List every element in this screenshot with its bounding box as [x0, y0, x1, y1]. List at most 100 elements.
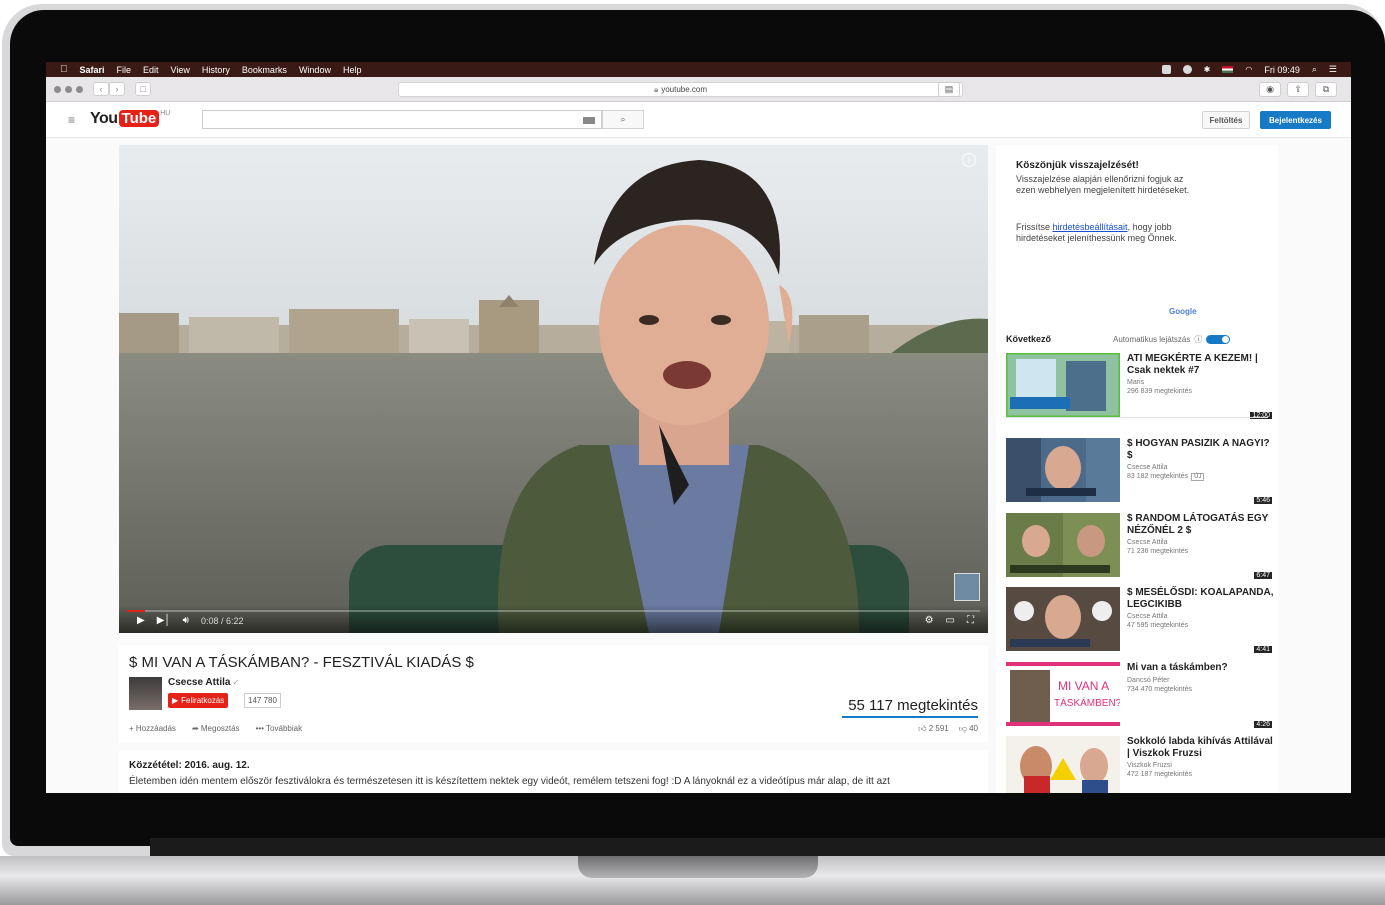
video-progress-bar[interactable] [127, 610, 980, 612]
video-thumbnail [1006, 587, 1120, 651]
notification-center-icon[interactable]: ☰ [1329, 64, 1337, 75]
video-thumbnail [1006, 438, 1120, 502]
keyboard-icon[interactable] [583, 117, 595, 124]
tray-app-icon[interactable] [1161, 65, 1171, 74]
menu-view[interactable]: View [171, 65, 190, 75]
menu-edit[interactable]: Edit [143, 65, 159, 75]
video-thumbnail [1006, 353, 1120, 417]
settings-gear-icon[interactable]: ⚙ [925, 615, 934, 626]
menu-app-name[interactable]: Safari [80, 65, 105, 75]
ad-feedback-title: Köszönjük visszajelzését! [1016, 160, 1139, 171]
sidebar-toggle-icon[interactable]: □ [135, 82, 151, 96]
search-button[interactable]: ⌕ [602, 110, 644, 129]
share-button[interactable]: ➦ Megosztás [192, 724, 240, 733]
channel-watermark[interactable] [954, 573, 980, 601]
theater-mode-icon[interactable]: ▭ [946, 615, 955, 626]
video-thumbnail [1006, 736, 1120, 793]
reader-icon[interactable]: ▤ [938, 82, 960, 97]
channel-avatar[interactable] [129, 677, 162, 710]
video-duration: 4:41 [1254, 646, 1272, 653]
laptop-frame:  Safari File Edit View History Bookmark… [0, 0, 1385, 905]
more-button[interactable]: ••• Továbbiak [256, 724, 303, 733]
wifi-icon[interactable]: ◠ [1245, 65, 1252, 74]
ad-settings-link[interactable]: hirdetésbeállításait [1053, 222, 1128, 232]
share-arrow-icon: ➦ [191, 724, 201, 733]
tray-eye-icon[interactable] [1182, 65, 1192, 74]
video-views: 83 182 megtekintés ÚJ [1127, 473, 1205, 481]
video-info-icon[interactable]: i [962, 153, 976, 167]
tabs-overview-icon[interactable]: ⧉ [1315, 82, 1337, 97]
share-icon[interactable]: ⇪ [1287, 82, 1309, 97]
laptop-notch [578, 856, 818, 878]
search-icon: ⌕ [620, 114, 626, 124]
bluetooth-icon[interactable]: ✱ [1204, 65, 1211, 74]
search-input[interactable] [202, 110, 602, 129]
dislike-button[interactable]: 👎︎ 40 [959, 724, 978, 734]
video-channel: Csecse Attila [1127, 539, 1168, 546]
video-title: Sokkoló labda kihívás Attilával | Viszko… [1127, 736, 1273, 759]
laptop-hinge [150, 838, 1385, 856]
macos-menubar:  Safari File Edit View History Bookmark… [46, 62, 1351, 77]
upload-button[interactable]: Feltöltés [1202, 111, 1250, 129]
video-views-text: 83 182 megtekintés [1127, 473, 1189, 480]
close-window-button[interactable] [54, 85, 61, 93]
channel-name[interactable]: Csecse Attila ✓ [168, 677, 239, 688]
video-title: $ MI VAN A TÁSKÁMBAN? - FESZTIVÁL KIADÁS… [129, 654, 474, 671]
zoom-window-button[interactable] [76, 85, 83, 93]
plus-icon: + [129, 724, 136, 733]
suggested-video[interactable]: Sokkoló labda kihívás Attilával | Viszko… [1006, 736, 1274, 793]
add-to-button[interactable]: + Hozzáadás [129, 724, 176, 733]
autoplay-toggle[interactable] [1206, 335, 1231, 344]
language-flag-icon[interactable] [1222, 66, 1234, 73]
video-title: $ MESÉLŐSDI: KOALAPANDA, LEGCIKIBB [1127, 587, 1274, 610]
video-title: $ HOGYAN PASIZIK A NAGYI? $ [1127, 438, 1270, 461]
up-next-sidebar: Következő Automatikus lejátszás ⓘ 12:00 … [996, 325, 1278, 793]
youtube-logo[interactable]: You Tube HU [90, 110, 170, 128]
fullscreen-icon[interactable]: ⛶ [967, 615, 974, 626]
guide-menu-icon[interactable]: ≡ [68, 113, 75, 127]
sign-in-button[interactable]: Bejelentkezés [1260, 111, 1331, 129]
video-channel: Csecse Attila [1127, 613, 1168, 620]
menu-bookmarks[interactable]: Bookmarks [242, 65, 287, 75]
info-circle-icon[interactable]: ⓘ [1194, 334, 1202, 345]
back-button[interactable]: ‹ [93, 82, 109, 96]
video-thumbnail [1006, 513, 1120, 577]
suggested-video[interactable]: 6:47 $ RANDOM LÁTOGATÁS EGY NÉZŐNÉL 2 $ … [1006, 513, 1274, 581]
like-count: 2 591 [928, 724, 949, 733]
downloads-icon[interactable]: ◉ [1259, 82, 1281, 97]
spotlight-search-icon[interactable]: ⌕ [1312, 64, 1317, 75]
forward-button[interactable]: › [109, 82, 125, 96]
video-views: 47 595 megtekintés [1127, 622, 1189, 629]
minimize-window-button[interactable] [65, 85, 72, 93]
subscribe-button[interactable]: ▶ Feliratkozás [168, 693, 229, 708]
address-bar[interactable]: 🔒︎ youtube.com ↻ [398, 82, 963, 97]
video-channel: Csecse Attila [1127, 464, 1168, 471]
like-button[interactable]: 👍︎ 2 591 [918, 724, 949, 734]
menu-help[interactable]: Help [343, 65, 362, 75]
play-icon[interactable]: ▶ [137, 615, 145, 626]
address-url: youtube.com [661, 85, 708, 94]
ad-settings-pre: Frissítse [1016, 222, 1053, 232]
next-video-icon[interactable]: ▶│ [157, 615, 171, 626]
menu-history[interactable]: History [202, 65, 230, 75]
suggested-video[interactable]: 12:00 ATI MEGKÉRTE A KEZEM! | Csak nekte… [1006, 353, 1274, 421]
svg-text:TÁSKÁMBEN?: TÁSKÁMBEN? [1054, 696, 1120, 709]
video-description: Közzététel: 2016. aug. 12. Életemben idé… [119, 750, 988, 793]
apple-icon[interactable]:  [60, 64, 68, 75]
suggested-video[interactable]: 5:46 $ HOGYAN PASIZIK A NAGYI? $ Csecse … [1006, 438, 1274, 506]
suggested-video[interactable]: 4:41 $ MESÉLŐSDI: KOALAPANDA, LEGCIKIBB … [1006, 587, 1274, 655]
video-player[interactable]: i ▶ ▶│ 🔊︎ 0:08 / 6:22 ⚙ ▭ ⛶ [119, 145, 988, 633]
menubar-tray: ✱ ◠ Fri 09:49 ⌕ ☰ [1161, 64, 1351, 75]
menu-file[interactable]: File [117, 65, 132, 75]
safari-right-buttons: ◉ ⇪ ⧉ [1259, 82, 1337, 97]
volume-icon[interactable]: 🔊︎ [183, 615, 189, 626]
suggested-video[interactable]: MI VAN A TÁSKÁMBEN? 4:26 Mi van a táskámb… [1006, 662, 1274, 730]
google-brand: Google [1169, 307, 1197, 316]
video-channel: Dancsó Péter [1127, 677, 1170, 684]
menubar-clock[interactable]: Fri 09:49 [1264, 65, 1300, 75]
add-to-label: Hozzáadás [135, 724, 176, 733]
menu-window[interactable]: Window [299, 65, 331, 75]
channel-name-text[interactable]: Csecse Attila [168, 677, 230, 688]
video-views: 734 470 megtekintés [1127, 686, 1192, 693]
video-channel: Maris [1127, 379, 1145, 386]
